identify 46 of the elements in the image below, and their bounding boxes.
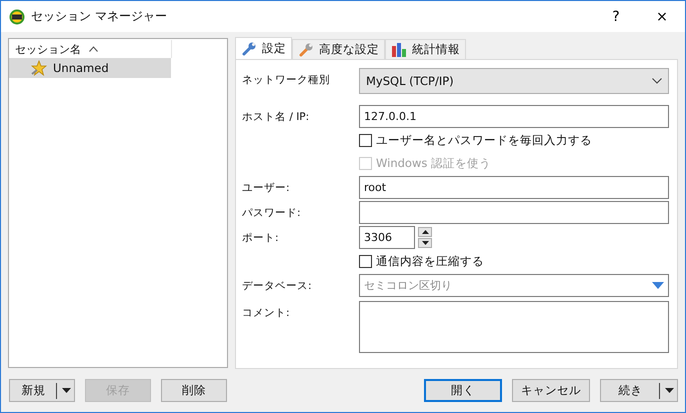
tab[interactable]: 設定 <box>235 37 292 59</box>
app-logo-icon <box>9 8 25 24</box>
column-title: セッション名 <box>15 42 81 56</box>
checkbox-label: Windows 認証を使う <box>376 156 491 171</box>
checkbox-label: 通信内容を圧縮する <box>376 254 484 269</box>
session-item[interactable]: Unnamed <box>9 58 171 78</box>
button[interactable]: キャンセル <box>512 379 590 402</box>
input-field[interactable] <box>359 201 669 224</box>
spin-up-button[interactable] <box>418 227 432 237</box>
triangle-down-icon <box>652 282 664 289</box>
window-title: セッション マネージャー <box>31 8 167 25</box>
triangle-up-icon <box>422 230 428 234</box>
split-button[interactable]: 新規 <box>9 379 75 402</box>
database-field[interactable]: セミコロン区切り <box>359 274 669 297</box>
field-label: パスワード: <box>242 207 301 219</box>
close-button[interactable]: × <box>639 1 685 32</box>
bar-chart-icon <box>391 42 407 58</box>
input-field[interactable]: root <box>359 176 669 199</box>
star-icon <box>31 60 47 76</box>
checkbox[interactable] <box>359 134 372 147</box>
button[interactable]: 開く <box>424 379 502 402</box>
input-field[interactable]: 127.0.0.1 <box>359 105 669 128</box>
chevron-down-icon <box>652 78 662 84</box>
checkbox-label: ユーザー名とパスワードを毎回入力する <box>376 133 592 148</box>
caret-icon <box>665 388 674 393</box>
checkbox[interactable] <box>359 255 372 268</box>
tab[interactable]: 高度な設定 <box>292 39 385 59</box>
sort-icon <box>89 46 98 52</box>
field-label: コメント: <box>242 307 290 319</box>
wrench-icon <box>298 42 314 58</box>
tab[interactable]: 統計情報 <box>385 39 466 59</box>
caret-icon <box>62 388 71 393</box>
network-type-dropdown[interactable]: MySQL (TCP/IP) <box>359 68 669 94</box>
triangle-down-icon <box>422 241 428 245</box>
field-label: ユーザー: <box>242 182 290 194</box>
field-label: データベース: <box>242 280 312 292</box>
help-button[interactable]: ? <box>593 1 639 32</box>
field-label: ポート: <box>242 232 279 244</box>
split-button[interactable]: 続き <box>600 379 678 402</box>
field-label: ネットワーク種別 <box>242 74 330 86</box>
spin-down-button[interactable] <box>418 238 432 248</box>
comment-field[interactable] <box>359 301 669 353</box>
field-label: ホスト名 / IP: <box>242 111 310 123</box>
wrench-icon <box>241 40 257 56</box>
button[interactable]: 削除 <box>161 379 227 402</box>
port-field[interactable]: 3306 <box>359 226 415 249</box>
